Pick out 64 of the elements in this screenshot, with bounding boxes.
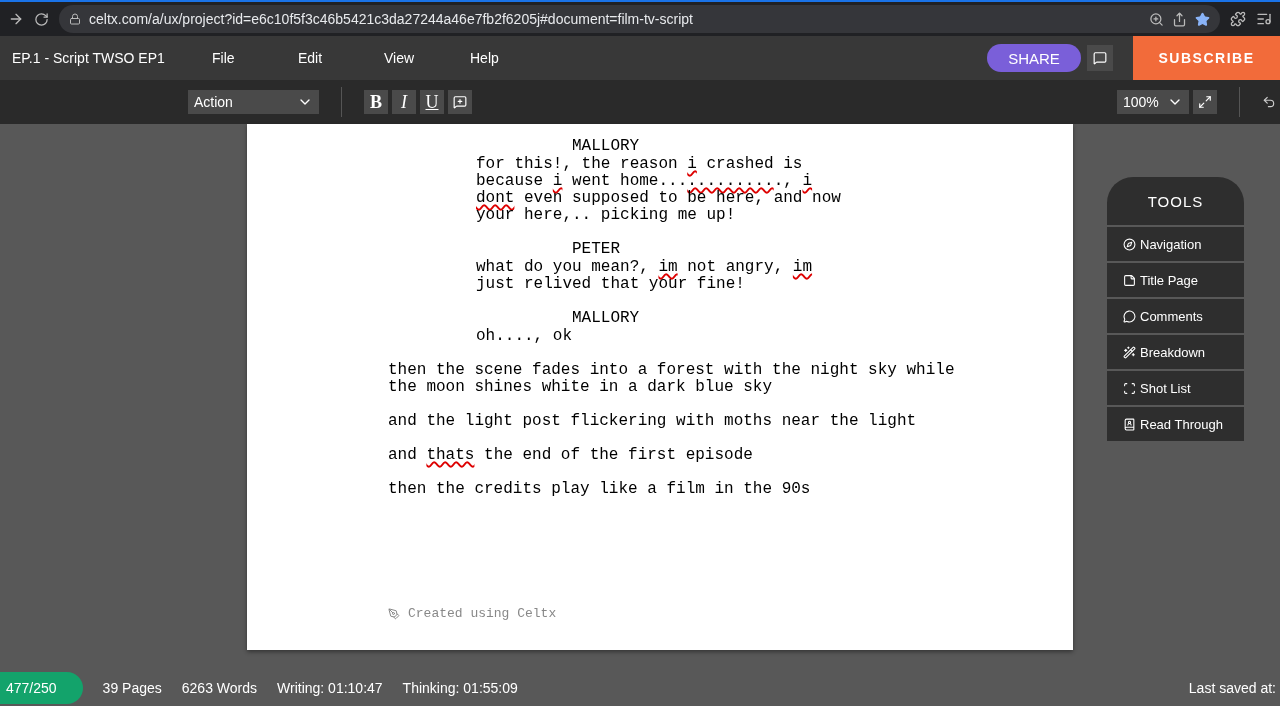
expand-icon xyxy=(1198,95,1212,109)
action-line: and the light post flickering with moths near the light xyxy=(388,413,917,430)
share-icon[interactable] xyxy=(1172,11,1187,27)
note-button[interactable] xyxy=(448,90,472,114)
writing-time: Writing: 01:10:47 xyxy=(277,680,383,696)
compass-icon xyxy=(1123,237,1136,251)
menu-item[interactable]: View xyxy=(384,50,470,66)
last-saved: Last saved at: xyxy=(1188,680,1276,696)
star-icon[interactable] xyxy=(1195,11,1210,27)
menu-item[interactable]: Edit xyxy=(298,50,384,66)
action-line: the moon shines white in a dark blue sky xyxy=(388,379,773,396)
lock-icon xyxy=(69,13,81,25)
tool-item[interactable]: Breakdown xyxy=(1107,335,1244,369)
tool-item[interactable]: Read Through xyxy=(1107,407,1244,441)
menu-item[interactable]: Help xyxy=(470,50,556,66)
character-line: MALLORY xyxy=(572,138,640,155)
zoom-icon[interactable] xyxy=(1149,11,1164,27)
zoom-dropdown[interactable]: 100% xyxy=(1117,90,1189,114)
playlist-icon[interactable] xyxy=(1256,11,1272,27)
frame-icon xyxy=(1123,381,1136,395)
created-note: Created using Celtx xyxy=(408,605,557,622)
dialogue-line: your here,.. picking me up! xyxy=(476,207,736,224)
underline-button[interactable]: U xyxy=(420,90,444,114)
fullscreen-button[interactable] xyxy=(1193,90,1217,114)
undo-icon[interactable] xyxy=(1262,95,1276,109)
tool-item[interactable]: Title Page xyxy=(1107,263,1244,297)
note-icon xyxy=(453,95,467,109)
speech-bubble-icon xyxy=(1123,309,1136,323)
puzzle-icon[interactable] xyxy=(1230,11,1246,27)
action-line: then the scene fades into a forest with the night sky while xyxy=(388,362,955,379)
word-count: 6263 Words xyxy=(181,680,257,696)
page-count: 39 Pages xyxy=(102,680,162,696)
tool-item[interactable]: Navigation xyxy=(1107,227,1244,261)
element-type-dropdown[interactable]: Action xyxy=(188,90,319,114)
speech-bubble-icon xyxy=(1093,51,1107,65)
thinking-time: Thinking: 01:55:09 xyxy=(402,680,518,696)
pen-nib-icon xyxy=(388,607,400,620)
action-line: and thats the end of the first episode xyxy=(388,447,753,464)
address-bar[interactable]: celtx.com/a/ux/project?id=e6c10f5f3c46b5421c3da27244a46e7fb2f6205j#document=film-tv-script xyxy=(59,5,1220,33)
dialogue-line: what do you mean?, im not angry, im xyxy=(476,259,813,276)
dialogue-line: just relived that your fine! xyxy=(476,276,745,293)
forward-icon[interactable] xyxy=(8,11,24,27)
reload-icon[interactable] xyxy=(34,11,49,27)
page-icon xyxy=(1123,273,1136,287)
dialogue-line: oh...., ok xyxy=(476,328,572,345)
menu-item[interactable]: File xyxy=(212,50,298,66)
character-line: PETER xyxy=(572,241,620,258)
url-text: celtx.com/a/ux/project?id=e6c10f5f3c46b5421c3da27244a46e7fb2f6205j#document=film-tv-script xyxy=(89,11,693,27)
character-line: MALLORY xyxy=(572,310,640,327)
tool-item[interactable]: Comments xyxy=(1107,299,1244,333)
dialogue-line: because i went home............., i xyxy=(476,173,813,190)
portrait-icon xyxy=(1123,417,1136,431)
dialogue-line: for this!, the reason i crashed is xyxy=(476,156,803,173)
wand-icon xyxy=(1123,345,1136,359)
share-button[interactable]: SHARE xyxy=(987,44,1081,72)
dialogue-line: dont even supposed to be here, and now xyxy=(476,190,841,207)
tool-item[interactable]: Shot List xyxy=(1107,371,1244,405)
italic-button[interactable]: I xyxy=(392,90,416,114)
document-title: EP.1 - Script TWSO EP1 xyxy=(11,50,166,66)
goal-counter: 477/250 xyxy=(0,672,83,704)
action-line: then the credits play like a film in the 90s xyxy=(388,481,811,498)
tools-header: TOOLS xyxy=(1107,177,1244,225)
comment-button[interactable] xyxy=(1087,45,1113,71)
bold-button[interactable]: B xyxy=(364,90,388,114)
